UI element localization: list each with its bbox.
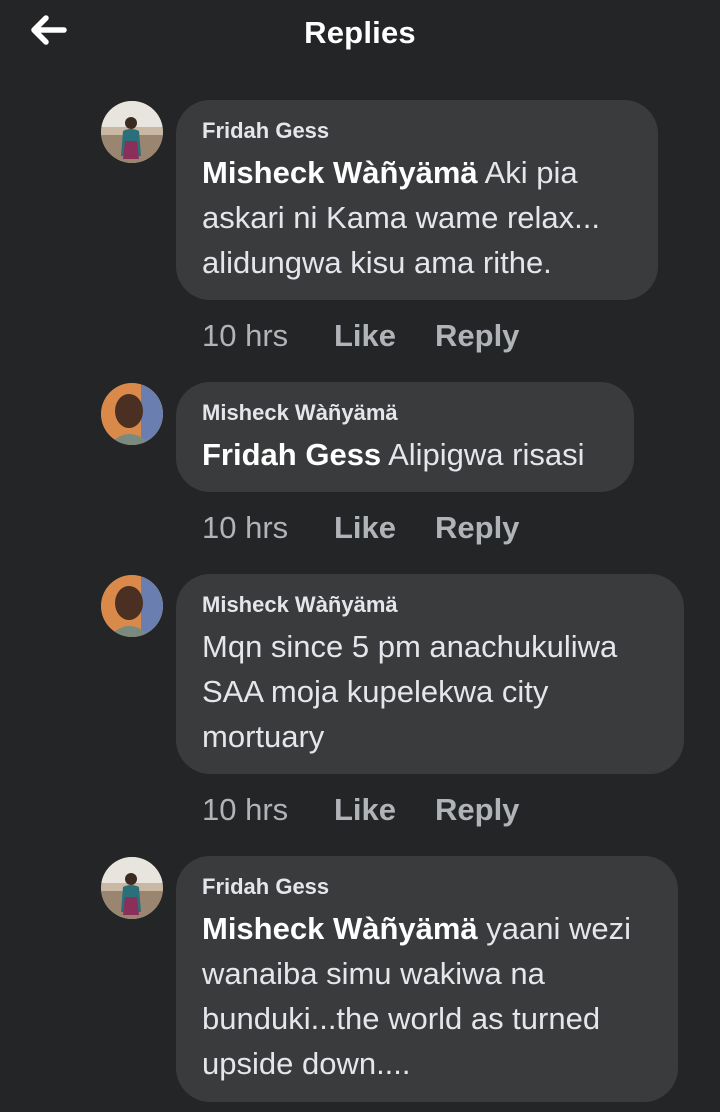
- timestamp: 10 hrs: [202, 792, 289, 827]
- comment-body: Alipigwa risasi: [381, 437, 585, 472]
- timestamp: 10 hrs: [202, 318, 289, 353]
- avatar[interactable]: [101, 575, 163, 637]
- timestamp: 10 hrs: [202, 510, 289, 545]
- page-title: Replies: [304, 15, 416, 50]
- comment-text: Misheck Wàñyämä Aki pia askari ni Kama w…: [202, 150, 632, 285]
- comment-author[interactable]: Misheck Wàñyämä: [202, 592, 658, 618]
- comment-bubble[interactable]: Misheck Wàñyämä Fridah Gess Alipigwa ris…: [176, 382, 634, 492]
- comment-author[interactable]: Misheck Wàñyämä: [202, 400, 608, 426]
- comment-bubble[interactable]: Fridah Gess Misheck Wàñyämä yaani wezi w…: [176, 856, 678, 1102]
- avatar[interactable]: [101, 857, 163, 919]
- like-button[interactable]: Like: [334, 792, 396, 828]
- reply-button[interactable]: Reply: [435, 318, 519, 354]
- comment-text: Fridah Gess Alipigwa risasi: [202, 432, 608, 477]
- comment-author[interactable]: Fridah Gess: [202, 874, 652, 900]
- mention-link[interactable]: Fridah Gess: [202, 437, 381, 472]
- reply-button[interactable]: Reply: [435, 510, 519, 546]
- mention-link[interactable]: Misheck Wàñyämä: [202, 911, 478, 946]
- top-bar: Replies: [0, 0, 720, 70]
- avatar[interactable]: [101, 101, 163, 163]
- comment-text: Mqn since 5 pm anachukuliwa SAA moja kup…: [202, 629, 618, 754]
- comment-text: Misheck Wàñyämä yaani wezi wanaiba simu …: [202, 906, 652, 1086]
- like-button[interactable]: Like: [334, 318, 396, 354]
- comment-bubble[interactable]: Fridah Gess Misheck Wàñyämä Aki pia aska…: [176, 100, 658, 300]
- reply-button[interactable]: Reply: [435, 792, 519, 828]
- comment-bubble[interactable]: Misheck Wàñyämä Mqn since 5 pm anachukul…: [176, 574, 684, 774]
- avatar[interactable]: [101, 383, 163, 445]
- comment-author[interactable]: Fridah Gess: [202, 118, 632, 144]
- like-button[interactable]: Like: [334, 510, 396, 546]
- mention-link[interactable]: Misheck Wàñyämä: [202, 155, 478, 190]
